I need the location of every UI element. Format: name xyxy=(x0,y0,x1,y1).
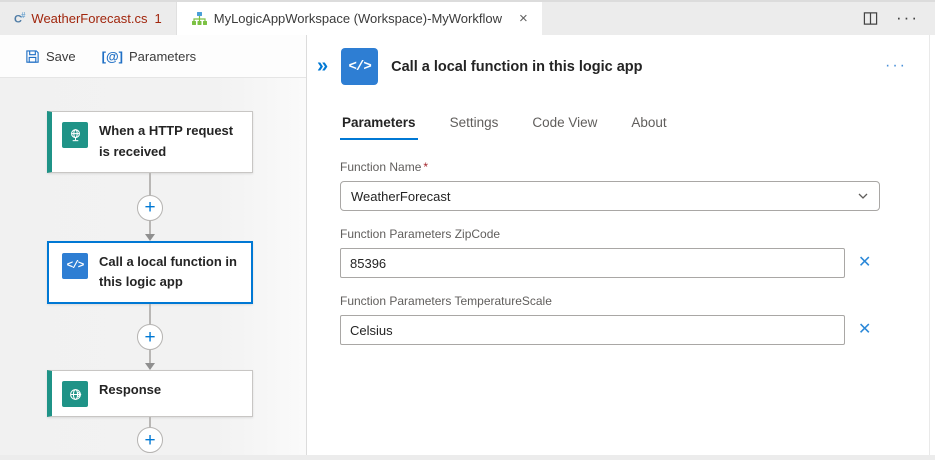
node-title: When a HTTP request is received xyxy=(99,121,242,163)
zipcode-label: Function Parameters ZipCode xyxy=(340,227,935,241)
tab-problem-badge: 1 xyxy=(155,11,162,26)
function-name-label: Function Name* xyxy=(340,160,935,174)
panel-scrollbar-track[interactable] xyxy=(929,35,930,455)
local-function-icon: </> xyxy=(62,253,88,279)
local-function-icon: </> xyxy=(341,48,378,85)
collapse-panel-icon[interactable]: » xyxy=(317,56,328,76)
zipcode-input[interactable] xyxy=(340,248,845,278)
workflow-column: When a HTTP request is received + </> Ca… xyxy=(47,78,253,453)
required-asterisk: * xyxy=(423,160,428,174)
workflow-node-http-request-trigger[interactable]: When a HTTP request is received xyxy=(47,111,253,173)
workflow-file-icon xyxy=(191,11,207,27)
tab-bar-actions: ··· xyxy=(863,2,935,35)
node-title: Response xyxy=(99,380,161,401)
parameters-icon: [@] xyxy=(102,49,123,64)
response-icon xyxy=(62,381,88,407)
operation-details-panel: » </> Call a local function in this logi… xyxy=(307,35,935,455)
split-editor-icon[interactable] xyxy=(863,11,878,26)
save-button[interactable]: Save xyxy=(25,49,76,64)
connector-line xyxy=(149,350,151,363)
insert-step-button[interactable]: + xyxy=(137,324,163,350)
workflow-node-call-local-function[interactable]: </> Call a local function in this logic … xyxy=(47,241,253,305)
parameters-button[interactable]: [@] Parameters xyxy=(102,49,197,64)
function-name-dropdown[interactable]: WeatherForecast xyxy=(340,181,880,211)
tab-parameters[interactable]: Parameters xyxy=(340,109,418,140)
node-title: Call a local function in this logic app xyxy=(99,252,241,294)
connector-line xyxy=(149,304,151,324)
editor-tab-bar: C# WeatherForecast.cs 1 MyLogicAppWorksp… xyxy=(0,0,935,35)
temperature-scale-label: Function Parameters TemperatureScale xyxy=(340,294,935,308)
workflow-designer-pane: Save [@] Parameters Whe xyxy=(0,35,307,455)
insert-step-button[interactable]: + xyxy=(137,195,163,221)
tab-weatherforecast-cs[interactable]: C# WeatherForecast.cs 1 xyxy=(0,2,177,35)
save-label: Save xyxy=(46,49,76,64)
panel-more-icon[interactable]: ··· xyxy=(885,63,921,69)
tab-about[interactable]: About xyxy=(629,109,668,140)
designer-toolbar: Save [@] Parameters xyxy=(0,35,306,78)
tab-code-view[interactable]: Code View xyxy=(530,109,599,140)
tab-label: MyLogicAppWorkspace (Workspace)-MyWorkfl… xyxy=(214,11,502,26)
tab-close-icon[interactable]: × xyxy=(519,11,528,26)
temperature-scale-input[interactable] xyxy=(340,315,845,345)
tab-settings[interactable]: Settings xyxy=(448,109,501,140)
csharp-file-icon: C# xyxy=(14,11,24,26)
temperature-scale-field: Function Parameters TemperatureScale ✕ xyxy=(340,294,935,345)
connector-arrow-icon xyxy=(145,234,155,241)
delete-parameter-icon[interactable]: ✕ xyxy=(858,255,871,271)
insert-step-button[interactable]: + xyxy=(137,427,163,453)
connector-line xyxy=(149,417,151,427)
workflow-node-response[interactable]: Response xyxy=(47,370,253,417)
more-actions-icon[interactable]: ··· xyxy=(896,15,919,22)
chevron-down-icon xyxy=(857,190,869,202)
workflow-canvas[interactable]: When a HTTP request is received + </> Ca… xyxy=(0,78,306,455)
panel-header: » </> Call a local function in this logi… xyxy=(307,35,935,95)
function-name-value: WeatherForecast xyxy=(351,189,450,204)
connector-arrow-icon xyxy=(145,363,155,370)
panel-tab-strip: Parameters Settings Code View About xyxy=(340,109,935,140)
parameters-label: Parameters xyxy=(129,49,196,64)
tab-label: WeatherForecast.cs xyxy=(31,11,147,26)
delete-parameter-icon[interactable]: ✕ xyxy=(858,322,871,338)
zipcode-field: Function Parameters ZipCode ✕ xyxy=(340,227,935,278)
save-icon xyxy=(25,49,40,64)
tab-myworkflow[interactable]: MyLogicAppWorkspace (Workspace)-MyWorkfl… xyxy=(177,2,542,35)
http-request-trigger-icon xyxy=(62,122,88,148)
parameters-form: Function Name* WeatherForecast Function … xyxy=(340,160,935,345)
connector-line xyxy=(149,221,151,234)
function-name-field: Function Name* WeatherForecast xyxy=(340,160,935,211)
panel-title: Call a local function in this logic app xyxy=(391,59,642,75)
bottom-edge-strip xyxy=(0,455,935,460)
connector-line xyxy=(149,173,151,195)
editor-area: Save [@] Parameters Whe xyxy=(0,35,935,455)
